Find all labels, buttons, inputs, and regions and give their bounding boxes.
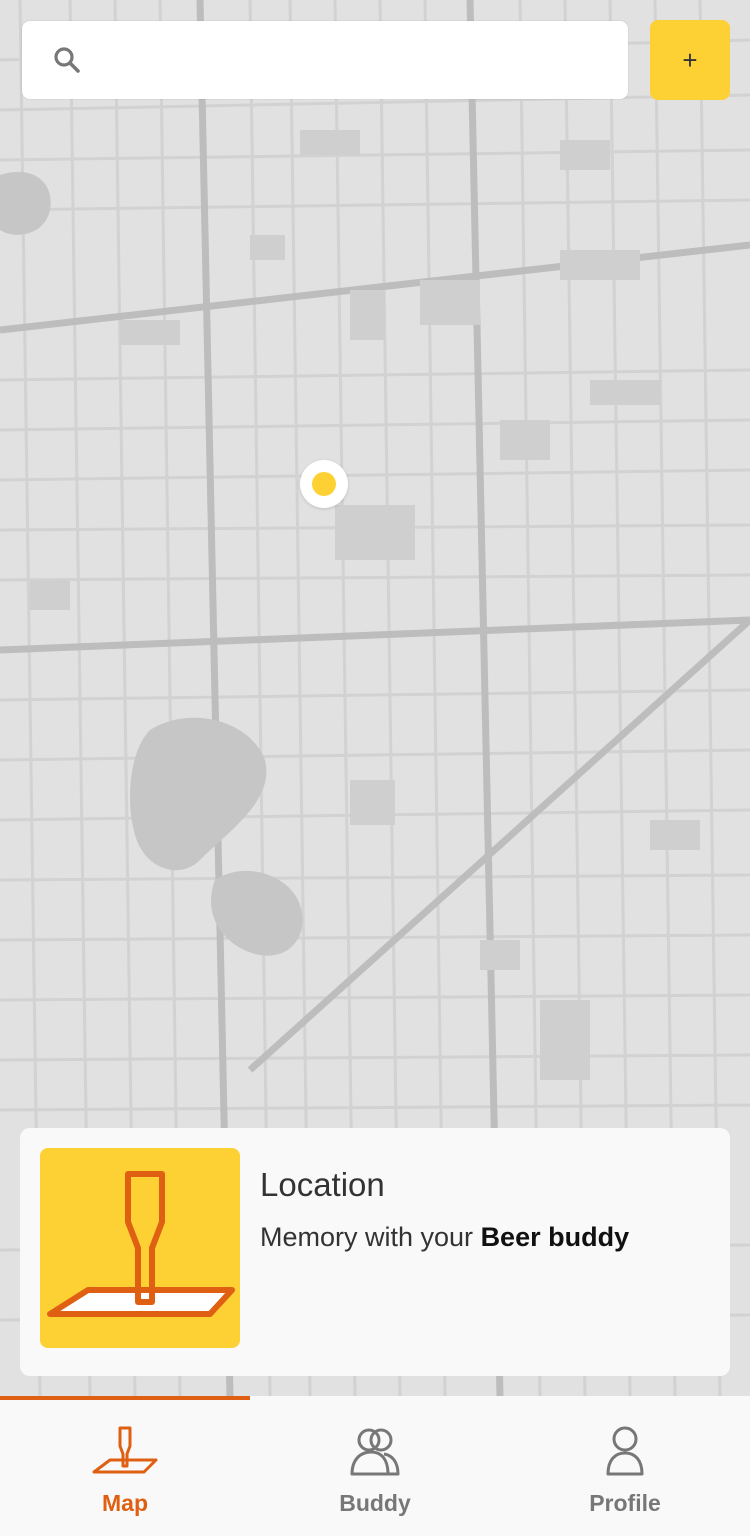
search-icon: [54, 47, 80, 73]
location-marker-dot: [312, 472, 336, 496]
map-icon: [92, 1426, 158, 1474]
tab-map[interactable]: Map: [0, 1396, 250, 1536]
card-subtitle: Memory with your Beer buddy: [260, 1222, 629, 1253]
profile-icon: [606, 1426, 644, 1476]
location-marker[interactable]: [300, 460, 348, 508]
location-card[interactable]: Location Memory with your Beer buddy: [20, 1128, 730, 1376]
beer-tap-icon: [47, 1171, 235, 1317]
search-input[interactable]: [96, 29, 628, 91]
tab-buddy[interactable]: Buddy: [250, 1396, 500, 1536]
tab-buddy-label: Buddy: [339, 1490, 411, 1516]
card-title: Location: [260, 1166, 385, 1203]
search-bar[interactable]: [22, 21, 628, 99]
card-subtitle-highlight: Beer buddy: [480, 1222, 630, 1252]
card-thumbnail: [40, 1148, 240, 1348]
tab-map-label: Map: [102, 1490, 148, 1516]
tab-profile-label: Profile: [589, 1490, 661, 1516]
tab-profile[interactable]: Profile: [500, 1396, 750, 1536]
add-button[interactable]: +: [650, 20, 730, 100]
card-subtitle-prefix: Memory with your: [260, 1222, 481, 1252]
buddy-icon: [350, 1428, 400, 1476]
bottom-tab-bar: Map Buddy Profile: [0, 1396, 750, 1536]
